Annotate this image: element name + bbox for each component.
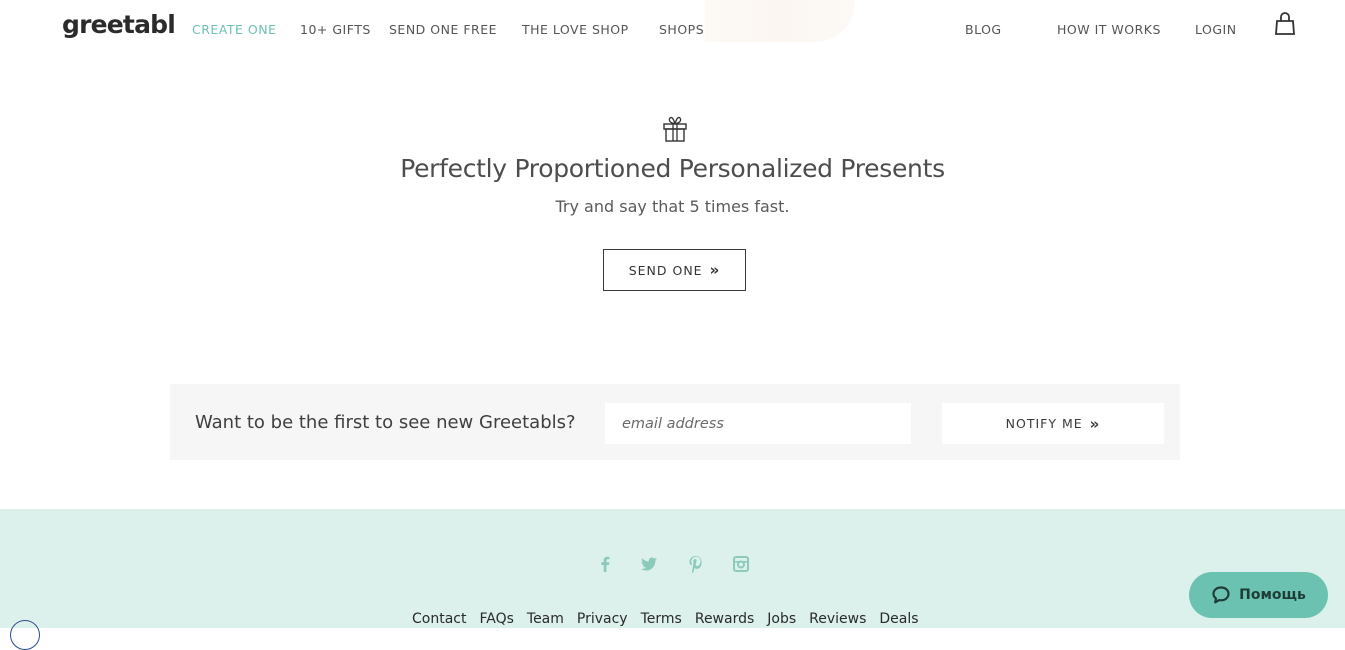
hero-headline: Perfectly Proportioned Personalized Pres…: [400, 154, 945, 183]
nav-create-one[interactable]: CREATE ONE: [192, 22, 277, 37]
double-chevron-icon: »: [709, 261, 721, 279]
chat-bubble-icon: [1212, 586, 1230, 604]
instagram-icon[interactable]: [732, 555, 750, 573]
notify-me-label: NOTIFY ME: [1005, 416, 1083, 431]
top-nav: greetabl CREATE ONE 10+ GIFTS SEND ONE F…: [0, 0, 1345, 62]
footer-link-terms[interactable]: Terms: [641, 611, 682, 627]
nav-how-it-works[interactable]: HOW IT WORKS: [1057, 22, 1161, 37]
double-chevron-icon: »: [1089, 414, 1101, 433]
email-input[interactable]: [605, 403, 911, 444]
nav-send-one-free[interactable]: SEND ONE FREE: [389, 22, 497, 37]
footer-link-contact[interactable]: Contact: [412, 611, 466, 627]
footer-link-faqs[interactable]: FAQs: [479, 611, 513, 627]
partial-widget-icon[interactable]: [10, 620, 40, 650]
footer-link-reviews[interactable]: Reviews: [809, 611, 866, 627]
nav-login[interactable]: LOGIN: [1195, 22, 1237, 37]
hero-subline: Try and say that 5 times fast.: [555, 197, 790, 216]
newsletter-signup: Want to be the first to see new Greetabl…: [170, 384, 1180, 460]
gift-icon: [663, 116, 687, 142]
footer-link-rewards[interactable]: Rewards: [695, 611, 754, 627]
footer-link-team[interactable]: Team: [527, 611, 564, 627]
footer-link-deals[interactable]: Deals: [879, 611, 918, 627]
nav-gifts[interactable]: 10+ GIFTS: [300, 22, 371, 37]
help-chat-button[interactable]: Помощь: [1189, 572, 1328, 618]
pinterest-icon[interactable]: [687, 555, 705, 573]
footer: Contact FAQs Team Privacy Terms Rewards …: [0, 509, 1345, 628]
greetabl-logo[interactable]: greetabl: [62, 10, 176, 39]
help-label: Помощь: [1239, 587, 1306, 603]
nav-blog[interactable]: BLOG: [965, 22, 1002, 37]
newsletter-prompt: Want to be the first to see new Greetabl…: [195, 412, 576, 433]
notify-me-button[interactable]: NOTIFY ME »: [942, 403, 1164, 444]
footer-link-privacy[interactable]: Privacy: [577, 611, 628, 627]
shopping-bag-icon[interactable]: [1275, 12, 1295, 36]
footer-link-jobs[interactable]: Jobs: [767, 611, 796, 627]
send-one-button[interactable]: SEND ONE »: [603, 249, 746, 291]
hero-image-fragment: [705, 0, 855, 42]
send-one-label: SEND ONE: [628, 262, 703, 278]
twitter-icon[interactable]: [640, 555, 658, 573]
nav-shops[interactable]: SHOPS: [659, 22, 704, 37]
footer-links: Contact FAQs Team Privacy Terms Rewards …: [412, 611, 919, 627]
nav-love-shop[interactable]: THE LOVE SHOP: [522, 22, 629, 37]
facebook-icon[interactable]: [596, 555, 614, 573]
